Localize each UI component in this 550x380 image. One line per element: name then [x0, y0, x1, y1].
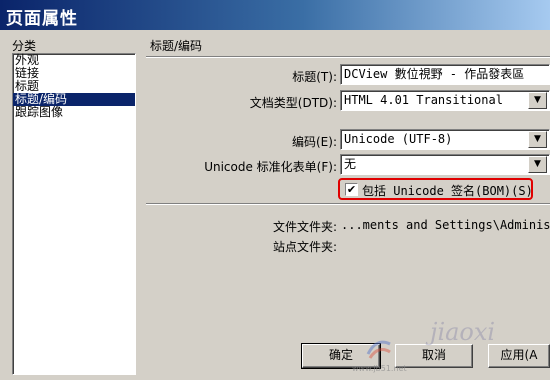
category-label: 分类: [12, 39, 37, 53]
doctype-select[interactable]: HTML 4.01 Transitional: [340, 90, 550, 111]
window-title: 页面属性: [6, 9, 78, 29]
normalization-select[interactable]: 无: [340, 154, 550, 175]
category-item-tracing-image[interactable]: 跟踪图像: [13, 106, 135, 119]
bom-checkbox-label[interactable]: 包括 Unicode 签名(BOM)(S): [362, 182, 533, 199]
title-input[interactable]: DCView 數位視野 - 作品發表區: [340, 64, 550, 85]
category-list[interactable]: 外观 链接 标题 标题/编码 跟踪图像: [12, 53, 136, 375]
chevron-down-icon[interactable]: ▼: [528, 131, 547, 148]
doc-folder-value: ...ments and Settings\Administ: [341, 218, 550, 232]
cancel-button[interactable]: 取消: [395, 344, 473, 368]
chevron-down-icon[interactable]: ▼: [528, 92, 547, 109]
bom-checkbox[interactable]: ✔: [345, 183, 358, 196]
section-title: 标题/编码: [150, 39, 203, 53]
doc-folder-label: 文件文件夹:: [272, 220, 337, 234]
watermark-logo-icon: [366, 340, 391, 359]
chevron-down-icon[interactable]: ▼: [528, 156, 547, 173]
normalization-label: Unicode 标准化表单(F):: [204, 160, 337, 174]
info-divider: [146, 203, 550, 205]
apply-button[interactable]: 应用(A: [488, 344, 550, 368]
title-bar: 页面属性: [0, 0, 550, 30]
site-folder-label: 站点文件夹:: [272, 240, 337, 254]
title-label: 标题(T):: [292, 70, 337, 84]
watermark-site: www.jb51.net: [352, 364, 407, 373]
section-divider: [146, 56, 550, 58]
encoding-label: 编码(E):: [292, 135, 337, 149]
bom-option-highlight: ✔ 包括 Unicode 签名(BOM)(S): [338, 178, 533, 200]
watermark-text: jiaoxi: [430, 318, 496, 346]
encoding-select[interactable]: Unicode (UTF-8): [340, 129, 550, 150]
doctype-label: 文档类型(DTD):: [249, 96, 337, 110]
